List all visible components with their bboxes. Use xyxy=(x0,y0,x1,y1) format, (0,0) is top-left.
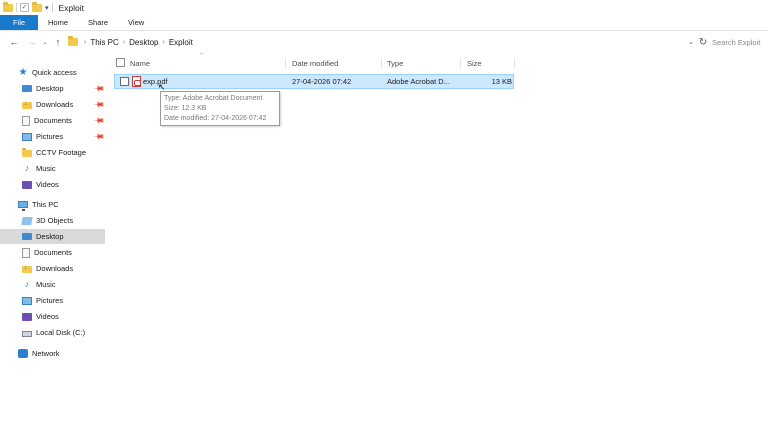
new-folder-icon[interactable] xyxy=(32,1,42,12)
nav-item-downloads-pc[interactable]: Downloads xyxy=(0,261,105,276)
nav-item-documents-pc[interactable]: Documents xyxy=(0,245,105,260)
pictures-icon xyxy=(22,296,32,305)
address-controls: ⌄ ↻ xyxy=(688,33,707,51)
computer-icon xyxy=(18,200,28,211)
nav-item-pictures-pc[interactable]: Pictures xyxy=(0,293,105,308)
up-arrow-icon[interactable]: ↑ xyxy=(52,37,64,47)
nav-item-music-pc[interactable]: ♪ Music xyxy=(0,277,105,292)
music-icon: ♪ xyxy=(24,163,30,173)
column-header-date-modified[interactable]: Date modified xyxy=(292,56,338,70)
sort-caret-icon: ⌃ xyxy=(199,53,205,59)
nav-item-videos[interactable]: Videos xyxy=(0,177,105,192)
file-date-modified: 27-04-2026 07:42 xyxy=(292,77,352,86)
documents-icon xyxy=(22,247,30,258)
nav-item-3d-objects[interactable]: 3D Objects xyxy=(0,213,105,228)
music-icon: ♪ xyxy=(24,279,30,289)
folder-icon xyxy=(68,36,78,46)
forward-arrow-icon[interactable]: → xyxy=(26,37,38,47)
nav-network[interactable]: Network xyxy=(0,346,105,361)
file-tooltip: Type: Adobe Acrobat Document Size: 12.3 … xyxy=(160,91,280,126)
breadcrumb-separator-icon[interactable]: › xyxy=(84,39,86,46)
pin-icon: 📌 xyxy=(93,99,105,111)
downloads-icon xyxy=(22,100,32,109)
title-bar: ✓ ▾ Exploit xyxy=(0,0,768,15)
file-size: 13 KB xyxy=(491,77,512,86)
tab-view[interactable]: View xyxy=(118,15,154,30)
tooltip-type: Type: Adobe Acrobat Document xyxy=(164,95,263,102)
column-divider[interactable] xyxy=(460,58,461,69)
pin-icon: 📌 xyxy=(93,131,105,143)
tab-file[interactable]: File xyxy=(0,15,38,30)
tooltip-date-modified: Date modified: 27-04-2026 07:42 xyxy=(164,115,267,122)
customize-toolbar-arrow-icon[interactable]: ▾ xyxy=(45,4,49,12)
breadcrumb-desktop[interactable]: Desktop xyxy=(129,38,158,47)
nav-item-documents[interactable]: Documents 📌 xyxy=(0,113,105,128)
select-all-checkbox[interactable] xyxy=(116,58,125,67)
folder-icon xyxy=(22,148,32,157)
3d-objects-icon xyxy=(21,216,33,225)
breadcrumb: › This PC › Desktop › Exploit xyxy=(68,33,193,51)
back-arrow-icon[interactable]: ← xyxy=(8,37,20,47)
folder-icon xyxy=(3,1,13,12)
tooltip-size: Size: 12.3 KB xyxy=(164,105,207,112)
toolbar-divider xyxy=(16,3,17,12)
address-row: ← → ⌄ ↑ › This PC › Desktop › Exploit ⌄ … xyxy=(0,33,768,51)
nav-this-pc[interactable]: This PC xyxy=(0,197,105,212)
column-header-name[interactable]: Name xyxy=(130,56,150,70)
videos-icon xyxy=(22,312,32,321)
file-row[interactable]: exp.pdf 27-04-2026 07:42 Adobe Acrobat D… xyxy=(114,74,514,89)
ribbon-tabs: File Home Share View xyxy=(0,15,768,31)
quick-access-toolbar: ✓ ▾ xyxy=(0,1,53,12)
recent-locations-chevron-icon[interactable]: ⌄ xyxy=(40,39,50,46)
pin-icon: 📌 xyxy=(93,83,105,95)
desktop-icon xyxy=(22,233,32,240)
star-icon: ★ xyxy=(18,67,28,78)
file-list-header: ⌃ Name Date modified Type Size xyxy=(106,53,768,70)
window-title: Exploit xyxy=(58,2,85,13)
pin-icon: 📌 xyxy=(93,115,105,127)
search-input[interactable]: Search Exploit xyxy=(712,35,768,49)
documents-icon xyxy=(22,115,30,126)
column-divider[interactable] xyxy=(381,58,382,69)
desktop-icon xyxy=(22,85,32,92)
pdf-file-icon xyxy=(132,76,141,87)
breadcrumb-this-pc[interactable]: This PC xyxy=(90,38,118,47)
pictures-icon xyxy=(22,132,32,141)
nav-item-cctv-footage[interactable]: CCTV Footage xyxy=(0,145,105,160)
tab-home[interactable]: Home xyxy=(38,15,78,30)
navigation-pane: ★ Quick access Desktop 📌 Downloads 📌 Doc… xyxy=(0,60,106,428)
file-type: Adobe Acrobat D... xyxy=(387,77,450,86)
toolbar-divider xyxy=(51,3,53,12)
column-header-type[interactable]: Type xyxy=(387,56,403,70)
column-header-size[interactable]: Size xyxy=(467,56,482,70)
breadcrumb-exploit[interactable]: Exploit xyxy=(169,38,193,47)
column-divider[interactable] xyxy=(514,58,515,69)
address-dropdown-icon[interactable]: ⌄ xyxy=(688,38,694,46)
breadcrumb-separator-icon[interactable]: › xyxy=(163,39,165,46)
videos-icon xyxy=(22,180,32,189)
downloads-icon xyxy=(22,264,32,273)
nav-item-music[interactable]: ♪ Music xyxy=(0,161,105,176)
nav-item-desktop-pc[interactable]: Desktop xyxy=(0,229,105,244)
nav-item-videos-pc[interactable]: Videos xyxy=(0,309,105,324)
nav-item-desktop[interactable]: Desktop 📌 xyxy=(0,81,105,96)
breadcrumb-separator-icon[interactable]: › xyxy=(123,39,125,46)
row-checkbox[interactable] xyxy=(120,77,129,86)
column-divider[interactable] xyxy=(285,58,286,69)
nav-item-downloads[interactable]: Downloads 📌 xyxy=(0,97,105,112)
tab-share[interactable]: Share xyxy=(78,15,118,30)
nav-item-pictures[interactable]: Pictures 📌 xyxy=(0,129,105,144)
nav-item-local-disk[interactable]: Local Disk (C:) xyxy=(0,325,105,340)
refresh-icon[interactable]: ↻ xyxy=(699,37,707,48)
local-disk-icon xyxy=(22,330,32,337)
nav-quick-access[interactable]: ★ Quick access xyxy=(0,65,105,80)
properties-check-icon[interactable]: ✓ xyxy=(20,3,29,12)
network-icon xyxy=(18,349,28,358)
